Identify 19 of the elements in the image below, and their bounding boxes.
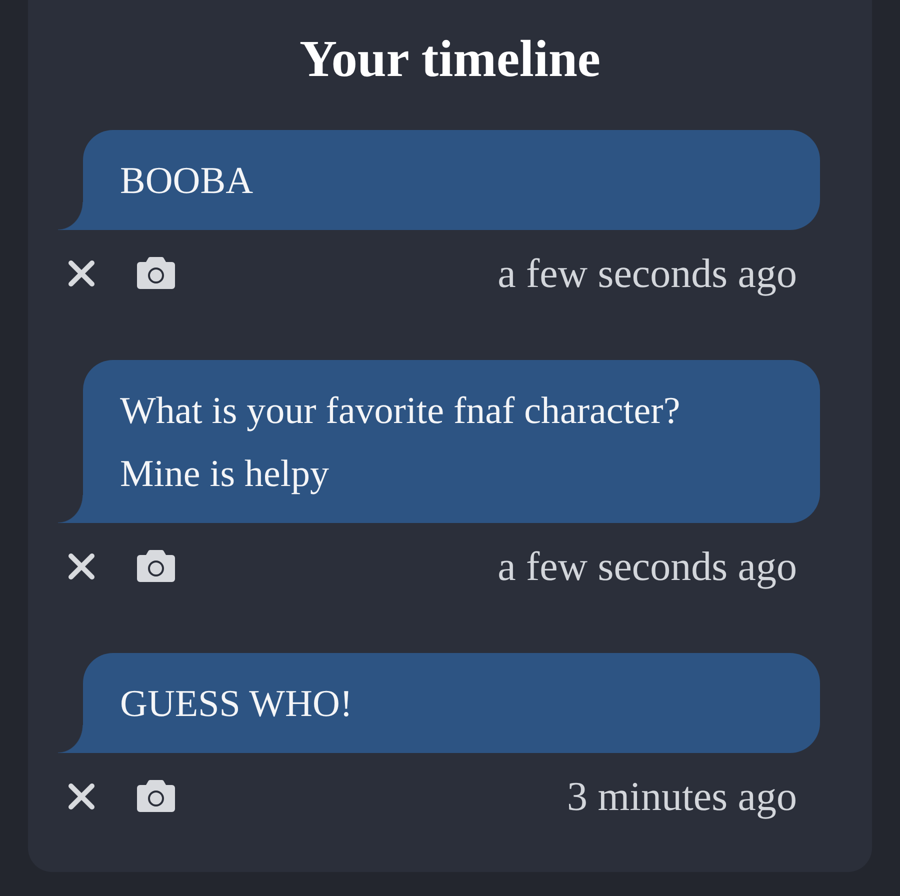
close-icon (68, 552, 95, 580)
camera-button[interactable] (137, 550, 175, 582)
timeline-title: Your timeline (298, 30, 602, 90)
timestamp: 3 minutes ago (566, 772, 797, 821)
camera-icon (137, 780, 175, 812)
close-icon (68, 260, 95, 286)
remove-button[interactable] (68, 552, 95, 580)
message-bubble: BOOBA (58, 130, 820, 230)
timestamp: a few seconds ago (498, 542, 797, 591)
timestamp: a few seconds ago (498, 249, 797, 298)
message-bubble: What is your favorite fnaf character? Mine is helpy (58, 360, 820, 523)
camera-icon (137, 550, 175, 582)
camera-button[interactable] (137, 780, 175, 812)
close-icon (68, 782, 95, 810)
message-bubble: GUESS WHO! (58, 653, 820, 753)
camera-button[interactable] (137, 257, 175, 289)
remove-button[interactable] (68, 260, 95, 286)
remove-button[interactable] (68, 782, 95, 810)
camera-icon (137, 257, 175, 289)
